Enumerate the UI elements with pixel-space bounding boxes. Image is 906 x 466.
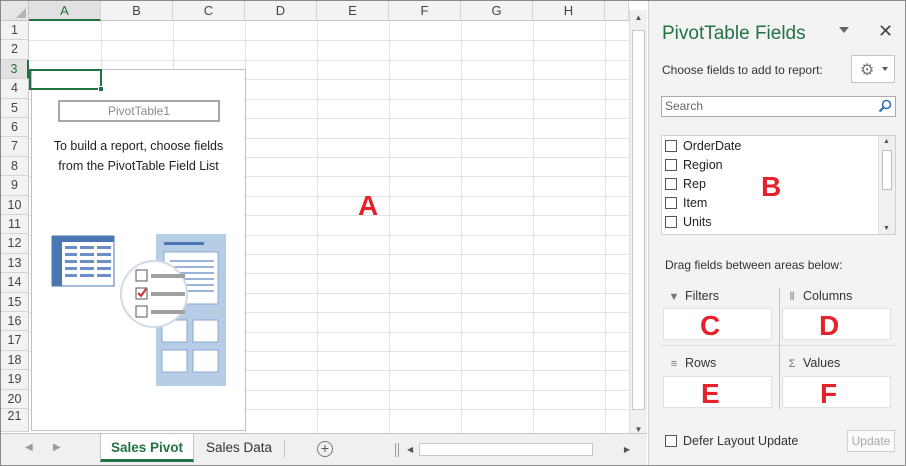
scrollbar-thumb[interactable] <box>632 30 645 410</box>
tools-button[interactable]: ⚙ <box>851 55 895 83</box>
annotation-label-c: C <box>700 310 721 341</box>
field-orderdate[interactable]: OrderDate <box>665 138 741 157</box>
columns-area-header: ⦀ Columns <box>785 289 853 304</box>
row-header[interactable]: 4 <box>1 79 29 99</box>
pane-subtitle: Choose fields to add to report: <box>662 63 823 77</box>
field-region[interactable]: Region <box>665 157 723 176</box>
pane-options-dropdown-icon[interactable] <box>839 27 849 33</box>
column-header-f[interactable]: F <box>389 1 461 21</box>
scroll-up-icon[interactable]: ▲ <box>630 10 647 26</box>
row-header[interactable]: 1 <box>1 21 29 41</box>
row-header[interactable]: 10 <box>1 195 29 215</box>
row-header[interactable]: 16 <box>1 312 29 332</box>
filters-area-header: ▼ Filters <box>668 289 720 303</box>
close-icon[interactable]: ✕ <box>878 21 893 42</box>
checkbox[interactable] <box>665 159 677 171</box>
rows-icon: ≡ <box>670 358 678 370</box>
scroll-left-icon[interactable]: ◀ <box>407 442 413 458</box>
search-input[interactable]: Search <box>661 96 896 117</box>
pane-title: PivotTable Fields <box>662 23 806 44</box>
values-area-header: Σ Values <box>785 356 841 370</box>
plus-circle-icon[interactable]: + <box>317 441 333 457</box>
update-button[interactable]: Update <box>847 430 895 452</box>
row-header[interactable]: 2 <box>1 40 29 60</box>
defer-layout-update[interactable]: Defer Layout Update <box>665 434 798 448</box>
row-header[interactable]: 14 <box>1 273 29 293</box>
field-rep[interactable]: Rep <box>665 176 706 195</box>
row-header[interactable]: 17 <box>1 331 29 351</box>
filter-icon: ▼ <box>668 291 680 303</box>
drag-areas-label: Drag fields between areas below: <box>665 258 843 272</box>
tab-sales-data[interactable]: Sales Data <box>197 434 281 462</box>
scroll-up-icon[interactable]: ▲ <box>883 138 890 145</box>
pivot-illustration-icon <box>51 234 226 386</box>
annotation-label-e: E <box>701 378 720 409</box>
field-list-scroll-thumb[interactable] <box>882 150 892 190</box>
column-header-a[interactable]: A <box>29 1 101 21</box>
column-header-e[interactable]: E <box>317 1 389 21</box>
tab-sales-pivot[interactable]: Sales Pivot <box>100 434 194 462</box>
search-icon[interactable] <box>878 99 892 113</box>
defer-checkbox[interactable] <box>665 435 677 447</box>
chevron-down-icon <box>882 67 888 71</box>
annotation-label-a: A <box>358 190 379 221</box>
sigma-icon: Σ <box>788 358 796 370</box>
checkbox[interactable] <box>665 178 677 190</box>
row-header[interactable]: 19 <box>1 370 29 390</box>
column-header-d[interactable]: D <box>245 1 317 21</box>
row-header[interactable]: 18 <box>1 350 29 371</box>
row-header[interactable]: 21 <box>1 409 29 432</box>
worksheet: A B C D E F G H 1 2 3 4 5 6 7 8 9 10 11 … <box>1 1 647 465</box>
tab-split-handle[interactable] <box>395 443 399 457</box>
vertical-scrollbar[interactable]: ▲ ▼ <box>629 10 647 438</box>
annotation-label-b: B <box>761 171 782 202</box>
row-header[interactable]: 9 <box>1 176 29 196</box>
row-header[interactable]: 6 <box>1 118 29 138</box>
pivot-instruction-line-1: To build a report, choose fields <box>53 139 224 153</box>
row-header[interactable]: 3 <box>1 59 29 80</box>
annotation-label-d: D <box>819 310 840 341</box>
pivot-instructions: To build a report, choose fields from th… <box>36 136 241 176</box>
column-header-c[interactable]: C <box>173 1 245 21</box>
select-all-button[interactable] <box>1 1 29 21</box>
row-header[interactable]: 15 <box>1 292 29 312</box>
pivot-instruction-line-2: from the PivotTable Field List <box>58 159 219 173</box>
field-units[interactable]: Units <box>665 214 711 233</box>
row-header[interactable]: 8 <box>1 156 29 177</box>
row-header[interactable]: 7 <box>1 137 29 157</box>
gear-icon: ⚙ <box>860 62 875 79</box>
column-header-g[interactable]: G <box>461 1 533 21</box>
field-list-scrollbar[interactable]: ▲ ▼ <box>878 136 895 234</box>
next-sheet-icon[interactable]: ▶ <box>53 442 61 453</box>
checkbox[interactable] <box>665 197 677 209</box>
hscroll-thumb[interactable] <box>419 443 593 456</box>
row-header[interactable]: 20 <box>1 389 29 409</box>
pivot-table-placeholder[interactable]: PivotTable1 To build a report, choose fi… <box>31 69 246 431</box>
scroll-right-icon[interactable]: ▶ <box>624 442 630 458</box>
row-header[interactable]: 11 <box>1 215 29 235</box>
column-header-i[interactable] <box>605 1 629 21</box>
row-header[interactable]: 5 <box>1 98 29 118</box>
column-header-b[interactable]: B <box>101 1 173 21</box>
annotation-label-f: F <box>820 378 838 409</box>
rows-area-header: ≡ Rows <box>667 356 716 370</box>
checkbox[interactable] <box>665 140 677 152</box>
pivot-table-name: PivotTable1 <box>58 100 220 122</box>
sheet-tab-bar: ◀ ▶ Sales Pivot Sales Data + ◀ ▶ <box>1 433 647 465</box>
field-item[interactable]: Item <box>665 195 707 214</box>
pivot-fields-pane: PivotTable Fields ✕ Choose fields to add… <box>648 1 905 465</box>
row-header[interactable]: 13 <box>1 253 29 274</box>
prev-sheet-icon[interactable]: ◀ <box>25 442 33 453</box>
columns-icon: ⦀ <box>789 291 795 303</box>
scroll-down-icon[interactable]: ▼ <box>883 225 890 232</box>
fill-handle[interactable] <box>98 86 104 92</box>
column-header-h[interactable]: H <box>533 1 605 21</box>
active-cell-a3[interactable] <box>29 69 102 90</box>
search-placeholder: Search <box>665 99 704 113</box>
row-header[interactable]: 12 <box>1 234 29 254</box>
horizontal-scrollbar[interactable]: ◀ ▶ <box>405 442 633 458</box>
checkbox[interactable] <box>665 216 677 228</box>
